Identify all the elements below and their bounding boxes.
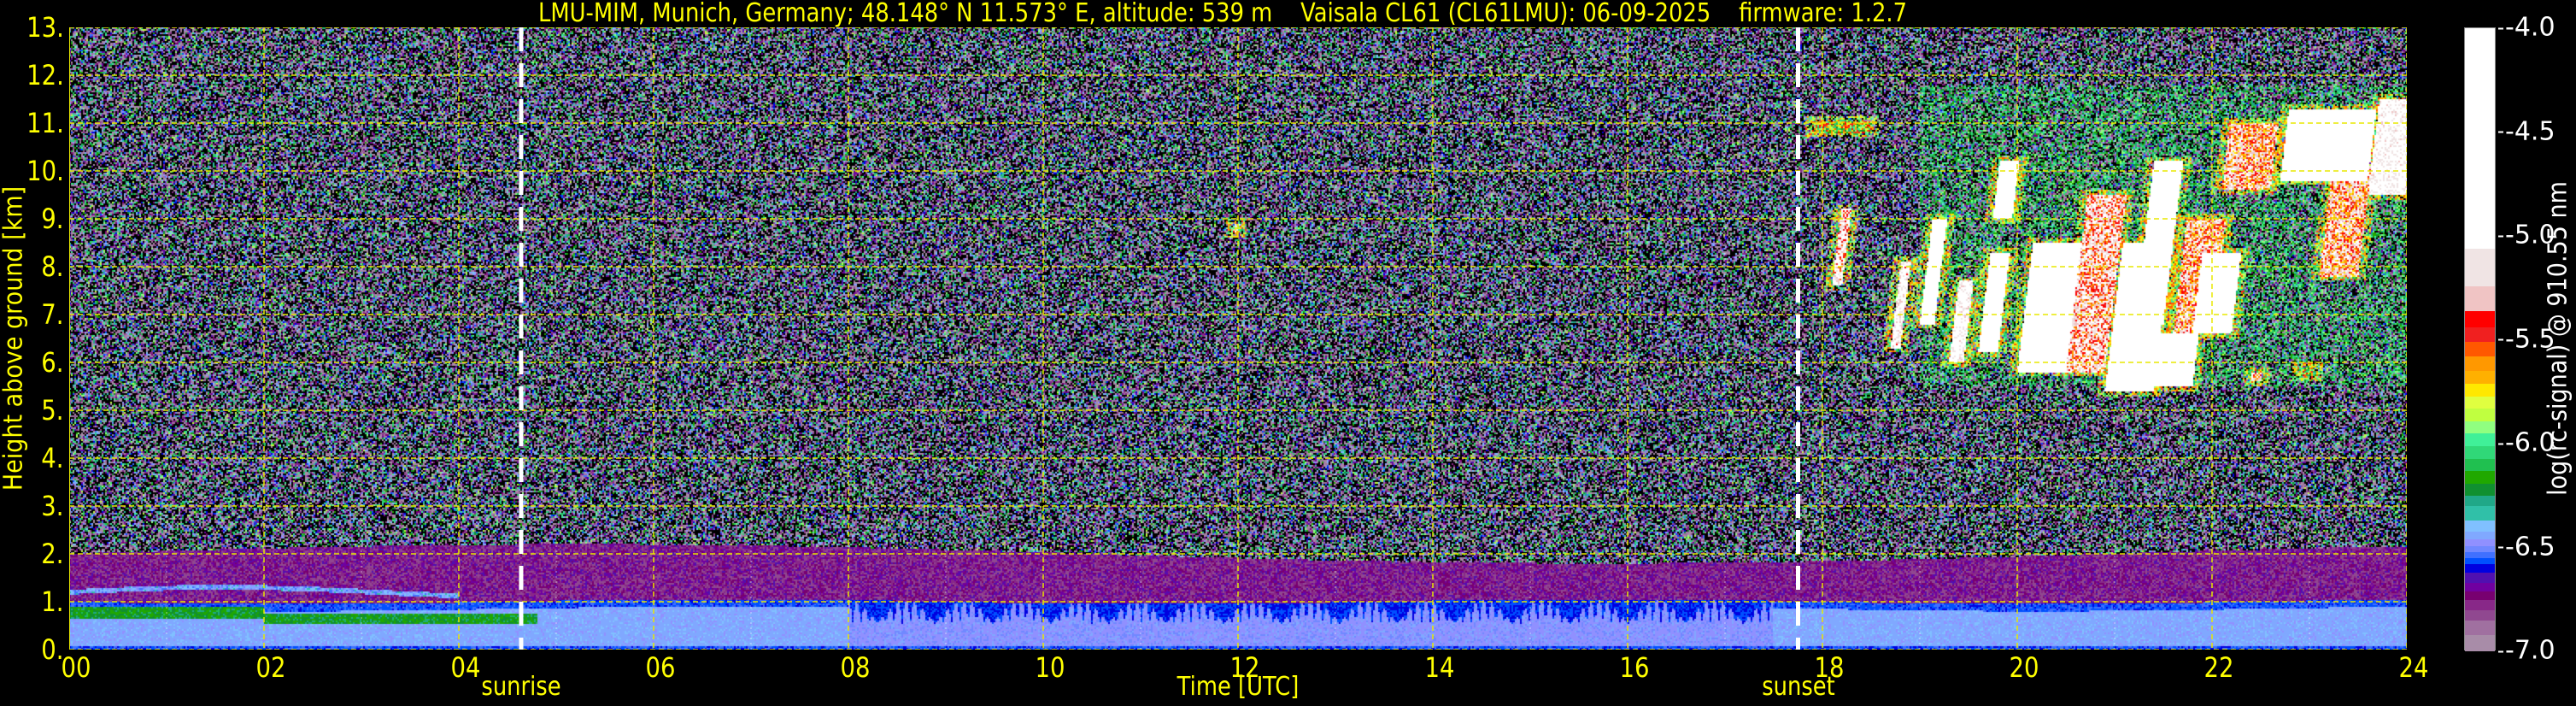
x-tick-label: 14 — [1424, 651, 1455, 684]
colorbar-segment — [2465, 551, 2495, 559]
colorbar-segment — [2465, 599, 2495, 610]
colorbar-segment — [2465, 470, 2495, 484]
y-tick-label: 3. — [41, 490, 64, 522]
colorbar-label: log(rc-signal) @ 910.55 nm — [2543, 181, 2573, 496]
colorbar-segment — [2465, 545, 2495, 552]
colorbar-segment — [2465, 396, 2495, 409]
x-tick-label: 10 — [1035, 651, 1065, 684]
colorbar-segment — [2465, 370, 2495, 385]
colorbar-segment — [2465, 572, 2495, 584]
x-tick-label: 04 — [450, 651, 481, 684]
x-tick-label: 20 — [2009, 651, 2039, 684]
x-tick-label: 22 — [2203, 651, 2234, 684]
y-tick-label: 2. — [41, 538, 64, 570]
colorbar-segment — [2465, 505, 2495, 521]
x-tick-label: 02 — [255, 651, 286, 684]
colorbar-segment — [2465, 341, 2495, 357]
colorbar-tick-label: -4.0 — [2498, 13, 2555, 43]
colorbar-segment — [2465, 408, 2495, 421]
plot-area — [69, 27, 2407, 650]
colorbar-tick-label: -6.5 — [2498, 532, 2555, 562]
colorbar-segment — [2465, 591, 2495, 600]
x-axis-label: Time [UTC] — [1177, 672, 1300, 702]
colorbar-tick-label: -7.0 — [2498, 636, 2555, 666]
colorbar-segment — [2465, 310, 2495, 328]
x-tick-label: 00 — [61, 651, 91, 684]
colorbar — [2464, 27, 2496, 652]
colorbar-segment — [2465, 327, 2495, 343]
colorbar-tick-label: -4.5 — [2498, 116, 2555, 146]
colorbar-segment — [2465, 609, 2495, 621]
colorbar-segment — [2465, 520, 2495, 532]
chart-title: LMU-MIM, Munich, Germany; 48.148° N 11.5… — [538, 0, 1908, 28]
y-tick-label: 6. — [41, 346, 64, 379]
y-tick-label: 12. — [26, 59, 64, 91]
colorbar-segment — [2465, 445, 2495, 459]
x-tick-label: 24 — [2398, 651, 2429, 684]
y-tick-label: 5. — [41, 394, 64, 427]
y-tick-label: 1. — [41, 585, 64, 618]
colorbar-segment — [2465, 421, 2495, 434]
colorbar-segment — [2465, 285, 2495, 311]
y-tick-label: 9. — [41, 203, 64, 235]
sunset-label: sunset — [1761, 672, 1835, 702]
colorbar-segment — [2465, 432, 2495, 446]
x-tick-label: 08 — [840, 651, 871, 684]
colorbar-segment — [2465, 483, 2495, 497]
y-tick-label: 7. — [41, 298, 64, 331]
sunrise-label: sunrise — [481, 672, 561, 702]
colorbar-segment — [2465, 557, 2495, 565]
x-tick-label: 06 — [645, 651, 676, 684]
colorbar-segment — [2465, 495, 2495, 507]
colorbar-segment — [2465, 538, 2495, 546]
x-tick-label: 16 — [1619, 651, 1650, 684]
colorbar-segment — [2465, 383, 2495, 397]
y-tick-label: 11. — [26, 107, 64, 139]
colorbar-segment — [2465, 563, 2495, 574]
colorbar-segment — [2465, 531, 2495, 540]
y-axis-label: Height above ground [km] — [0, 185, 29, 491]
colorbar-segment — [2465, 458, 2495, 472]
colorbar-segment — [2465, 28, 2495, 250]
y-tick-label: 4. — [41, 442, 64, 474]
colorbar-segment — [2465, 634, 2495, 652]
colorbar-segment — [2465, 356, 2495, 372]
colorbar-segment — [2465, 582, 2495, 592]
y-tick-label: 8. — [41, 250, 64, 283]
y-tick-label: 13. — [26, 11, 64, 44]
grid-overlay — [69, 27, 2407, 650]
y-tick-label: 10. — [26, 155, 64, 187]
colorbar-segment — [2465, 620, 2495, 636]
colorbar-segment — [2465, 248, 2495, 286]
